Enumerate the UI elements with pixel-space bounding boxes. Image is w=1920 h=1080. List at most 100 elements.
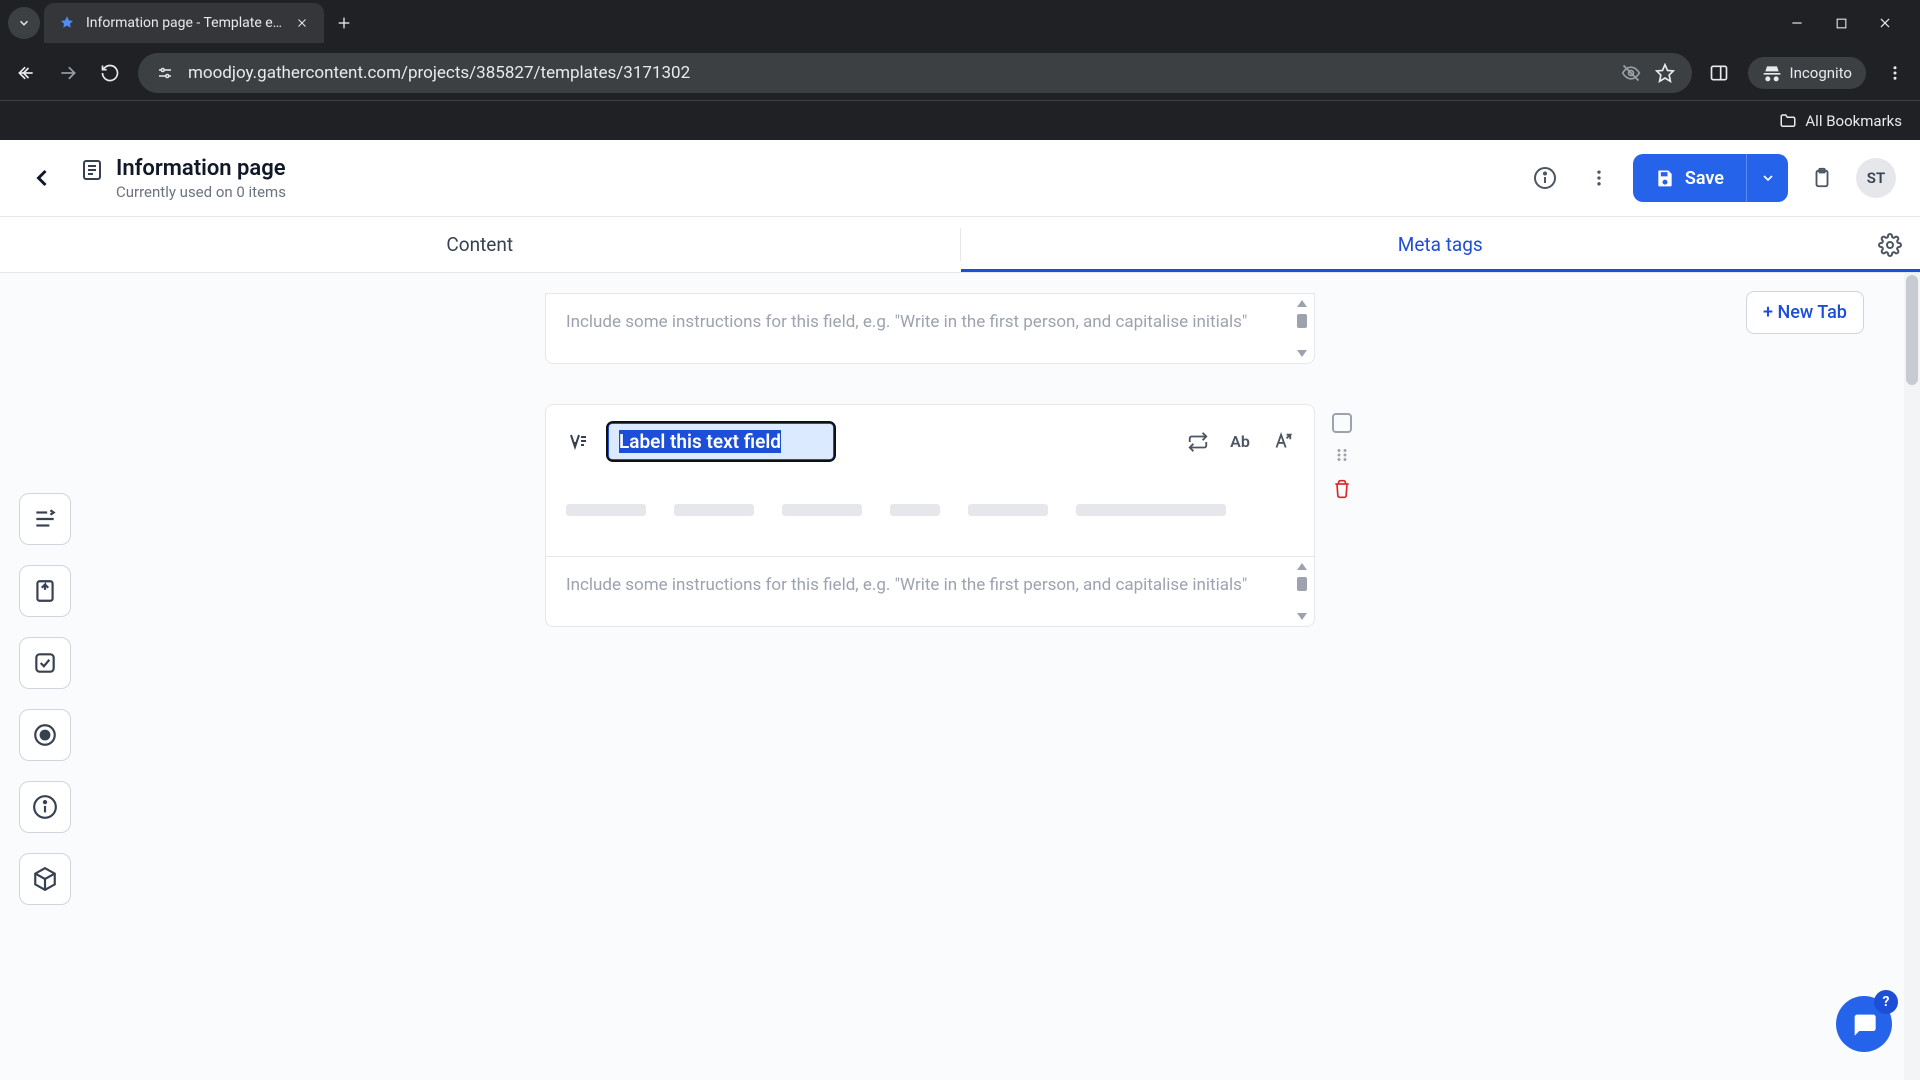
instructions-textarea[interactable]: Include some instructions for this field… <box>546 293 1314 363</box>
save-dropdown-button[interactable] <box>1746 154 1788 202</box>
title-block: Information page Currently used on 0 ite… <box>80 156 286 201</box>
trash-icon <box>1332 479 1352 499</box>
tab-settings-button[interactable] <box>1872 227 1908 263</box>
minimize-button[interactable] <box>1788 14 1806 32</box>
url-text: moodjoy.gathercontent.com/projects/38582… <box>188 63 1608 83</box>
reload-button[interactable] <box>96 59 124 87</box>
text-field-icon <box>32 506 58 532</box>
select-field-checkbox[interactable] <box>1332 413 1352 433</box>
drag-handle[interactable] <box>1330 443 1354 467</box>
maximize-button[interactable] <box>1832 14 1850 32</box>
field-header: Ab <box>546 405 1314 478</box>
rail-component-button[interactable] <box>19 853 71 905</box>
textarea-scrollbar[interactable] <box>1294 563 1310 620</box>
tab-strip: Information page - Template e… <box>0 0 1920 46</box>
app: Information page Currently used on 0 ite… <box>0 140 1920 1080</box>
field-side-actions <box>1330 413 1354 501</box>
app-back-button[interactable] <box>24 160 60 196</box>
avatar[interactable]: ST <box>1856 158 1896 198</box>
gear-icon <box>1878 233 1902 257</box>
save-label: Save <box>1685 168 1724 189</box>
field-label-input[interactable] <box>606 421 836 462</box>
omnibox[interactable]: moodjoy.gathercontent.com/projects/38582… <box>138 53 1692 93</box>
repeatable-toggle[interactable] <box>1186 430 1210 454</box>
tab-title: Information page - Template e… <box>86 15 284 31</box>
clipboard-icon <box>1811 167 1833 189</box>
more-menu-button[interactable] <box>1579 158 1619 198</box>
favicon-icon <box>58 14 76 32</box>
field-type-rail <box>0 273 90 1080</box>
reload-icon <box>100 63 120 83</box>
tab-search-dropdown[interactable] <box>8 7 40 39</box>
tab-meta-tags[interactable]: Meta tags <box>961 217 1920 272</box>
chrome-menu-button[interactable] <box>1882 60 1908 86</box>
skeleton-bar <box>782 504 862 516</box>
instructions-textarea[interactable]: Include some instructions for this field… <box>546 556 1314 626</box>
rail-checkbox-button[interactable] <box>19 637 71 689</box>
save-button-group: Save <box>1633 154 1788 202</box>
clipboard-button[interactable] <box>1802 158 1842 198</box>
scroll-thumb <box>1297 577 1307 591</box>
info-icon <box>32 794 58 820</box>
chat-icon <box>1850 1010 1878 1038</box>
maximize-icon <box>1835 17 1848 30</box>
page-subtitle: Currently used on 0 items <box>116 183 286 201</box>
chevron-down-icon <box>17 16 31 30</box>
checkbox-icon <box>32 650 58 676</box>
template-icon <box>80 158 104 182</box>
rail-text-field-button[interactable] <box>19 493 71 545</box>
kebab-icon <box>1589 168 1609 188</box>
textarea-scrollbar[interactable] <box>1294 300 1310 357</box>
bookmarks-bar: All Bookmarks <box>0 100 1920 140</box>
save-button[interactable]: Save <box>1633 154 1746 202</box>
eye-off-icon[interactable] <box>1620 62 1642 84</box>
address-bar: moodjoy.gathercontent.com/projects/38582… <box>0 46 1920 100</box>
help-fab[interactable]: ? <box>1836 996 1892 1052</box>
app-tabs: Content Meta tags <box>0 217 1920 273</box>
canvas: Include some instructions for this field… <box>90 273 1730 1080</box>
plus-icon <box>336 15 352 31</box>
header-actions: Save ST <box>1525 154 1896 202</box>
scroll-down-icon <box>1297 613 1307 620</box>
minimize-icon <box>1790 16 1804 30</box>
delete-field-button[interactable] <box>1330 477 1354 501</box>
side-panel-button[interactable] <box>1706 60 1732 86</box>
arrow-right-icon <box>58 63 78 83</box>
incognito-icon <box>1762 63 1782 83</box>
plain-text-toggle[interactable]: Ab <box>1228 430 1252 454</box>
scroll-up-icon <box>1297 300 1307 307</box>
instructions-placeholder: Include some instructions for this field… <box>566 312 1247 332</box>
rail-guideline-button[interactable] <box>19 781 71 833</box>
new-tab-button[interactable] <box>328 7 360 39</box>
cube-icon <box>32 866 58 892</box>
close-window-button[interactable] <box>1876 14 1894 32</box>
skeleton-bar <box>1076 504 1226 516</box>
text-type-icon <box>566 429 592 455</box>
site-settings-icon[interactable] <box>154 62 176 84</box>
incognito-indicator[interactable]: Incognito <box>1748 57 1866 89</box>
all-bookmarks-label: All Bookmarks <box>1805 112 1902 130</box>
tab-content[interactable]: Content <box>0 217 960 272</box>
forward-button[interactable] <box>54 59 82 87</box>
info-icon <box>1533 166 1557 190</box>
back-button[interactable] <box>12 59 40 87</box>
rail-attachment-button[interactable] <box>19 565 71 617</box>
field-body-placeholder[interactable] <box>546 478 1314 556</box>
browser-tab[interactable]: Information page - Template e… <box>44 3 324 43</box>
close-tab-button[interactable] <box>294 15 310 31</box>
field-card-previous: Include some instructions for this field… <box>545 293 1315 364</box>
new-tab-button[interactable]: + New Tab <box>1746 291 1864 334</box>
attachment-icon <box>32 578 58 604</box>
bookmark-star-icon[interactable] <box>1654 62 1676 84</box>
scroll-up-icon <box>1297 563 1307 570</box>
info-button[interactable] <box>1525 158 1565 198</box>
incognito-label: Incognito <box>1790 64 1852 82</box>
close-icon <box>1878 16 1892 30</box>
formatting-options[interactable] <box>1270 430 1294 454</box>
skeleton-bar <box>968 504 1048 516</box>
rail-radio-button[interactable] <box>19 709 71 761</box>
all-bookmarks-button[interactable]: All Bookmarks <box>1779 112 1902 130</box>
help-badge: ? <box>1874 990 1898 1014</box>
scroll-down-icon <box>1297 350 1307 357</box>
main-scrollbar[interactable] <box>1904 273 1920 1080</box>
